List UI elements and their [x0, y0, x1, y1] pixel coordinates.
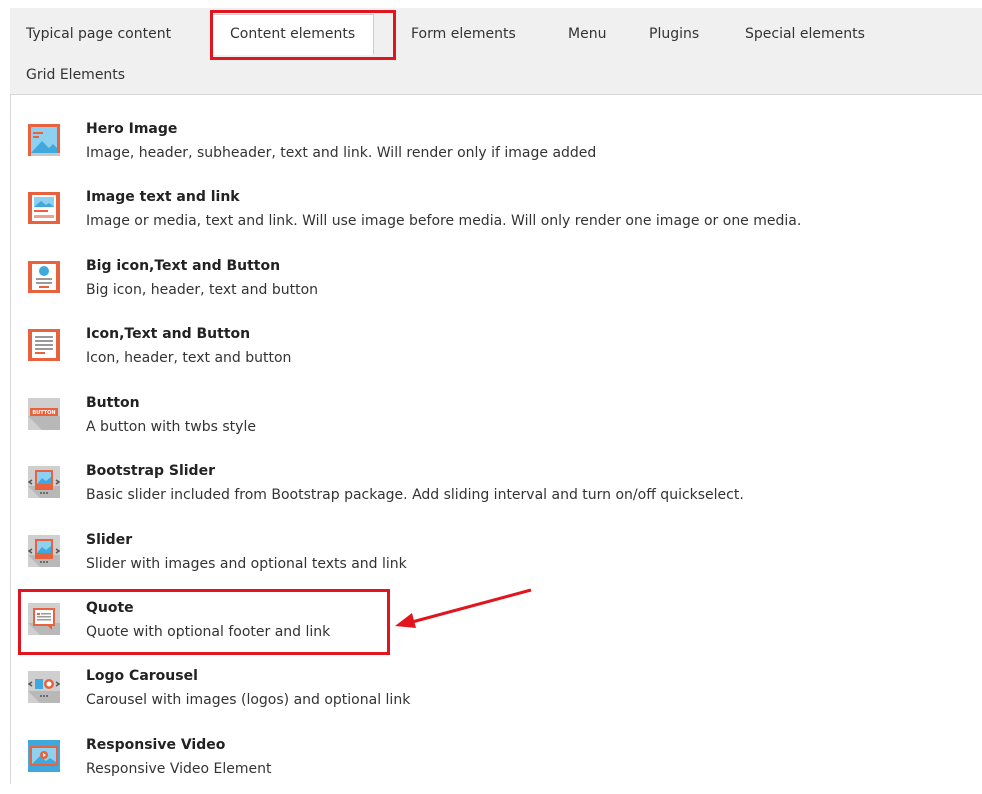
- image-text-link-icon: [28, 192, 60, 224]
- element-description: Big icon, header, text and button: [86, 282, 319, 298]
- element-title: Quote: [86, 600, 134, 616]
- element-slider[interactable]: Slider Slider with images and optional t…: [24, 531, 974, 589]
- element-responsive-video[interactable]: Responsive Video Responsive Video Elemen…: [24, 736, 974, 794]
- element-description: Basic slider included from Bootstrap pac…: [86, 487, 744, 503]
- panel-border: [10, 94, 11, 784]
- element-description: Quote with optional footer and link: [86, 624, 331, 640]
- element-description: Image or media, text and link. Will use …: [86, 213, 802, 229]
- button-icon: BUTTON: [28, 398, 60, 430]
- tab-special-elements[interactable]: Special elements: [745, 25, 865, 43]
- hero-image-icon: [28, 124, 60, 156]
- tab-plugins[interactable]: Plugins: [649, 25, 699, 43]
- element-title: Responsive Video: [86, 737, 226, 753]
- element-description: A button with twbs style: [86, 419, 256, 435]
- content-element-tabs: Typical page content Content elements Fo…: [10, 8, 982, 95]
- annotation-arrow: [395, 588, 532, 628]
- element-title: Image text and link: [86, 189, 240, 205]
- element-title: Button: [86, 395, 140, 411]
- responsive-video-icon: [28, 740, 60, 772]
- element-description: Image, header, subheader, text and link.…: [86, 145, 597, 161]
- element-logo-carousel[interactable]: Logo Carousel Carousel with images (logo…: [24, 667, 974, 725]
- tab-grid-elements[interactable]: Grid Elements: [26, 66, 125, 84]
- slider-icon: [28, 535, 60, 567]
- element-title: Logo Carousel: [86, 668, 198, 684]
- element-description: Slider with images and optional texts an…: [86, 556, 407, 572]
- element-description: Icon, header, text and button: [86, 350, 292, 366]
- element-button[interactable]: BUTTON Button A button with twbs style: [24, 394, 974, 452]
- element-title: Bootstrap Slider: [86, 463, 215, 479]
- element-hero-image[interactable]: Hero Image Image, header, subheader, tex…: [24, 120, 974, 178]
- element-description: Carousel with images (logos) and optiona…: [86, 692, 411, 708]
- element-title: Hero Image: [86, 121, 178, 137]
- element-image-text-link[interactable]: Image text and link Image or media, text…: [24, 188, 974, 246]
- element-big-icon-text-button[interactable]: Big icon,Text and Button Big icon, heade…: [24, 257, 974, 315]
- tab-form-elements[interactable]: Form elements: [411, 25, 516, 43]
- element-description: Responsive Video Element: [86, 761, 272, 777]
- element-title: Slider: [86, 532, 133, 548]
- bootstrap-slider-icon: [28, 466, 60, 498]
- element-bootstrap-slider[interactable]: Bootstrap Slider Basic slider included f…: [24, 462, 974, 520]
- quote-icon: [28, 603, 60, 635]
- element-title: Big icon,Text and Button: [86, 258, 281, 274]
- tab-content-elements[interactable]: Content elements: [211, 14, 375, 55]
- element-icon-text-button[interactable]: Icon,Text and Button Icon, header, text …: [24, 325, 974, 383]
- element-title: Icon,Text and Button: [86, 326, 251, 342]
- tab-menu[interactable]: Menu: [568, 25, 606, 43]
- icon-text-button-icon: [28, 329, 60, 361]
- logo-carousel-icon: [28, 671, 60, 703]
- tab-typical-page-content[interactable]: Typical page content: [26, 25, 171, 43]
- big-icon-text-button-icon: [28, 261, 60, 293]
- svg-text:BUTTON: BUTTON: [32, 410, 55, 416]
